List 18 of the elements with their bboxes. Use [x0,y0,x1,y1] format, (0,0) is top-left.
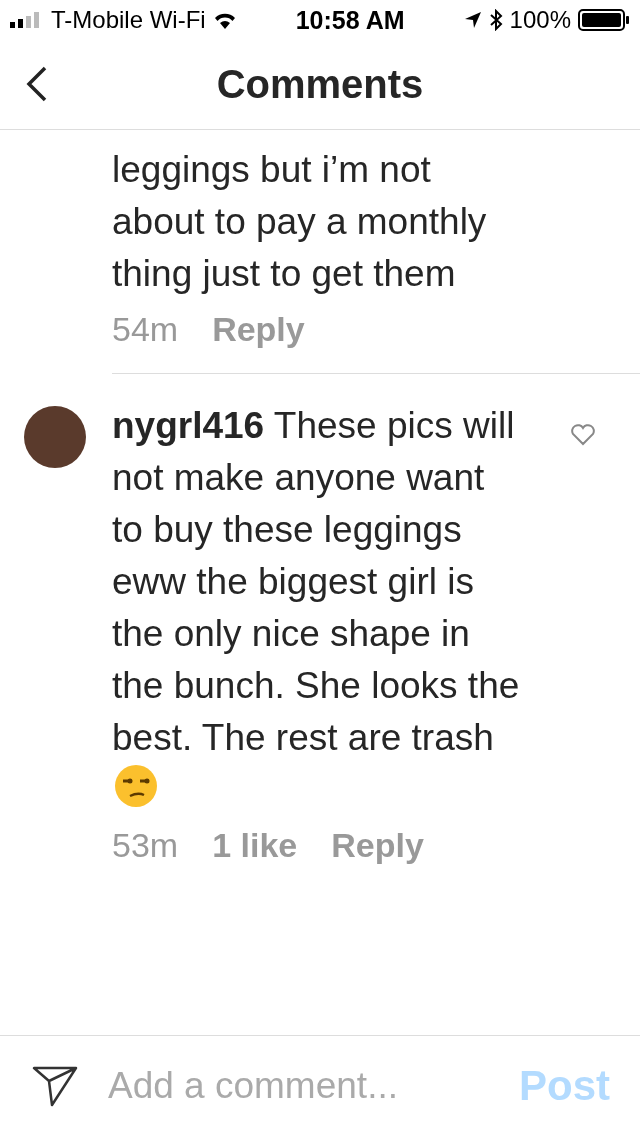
comment-time: 54m [112,310,179,349]
bluetooth-icon [488,9,503,31]
reply-button[interactable]: Reply [331,826,424,865]
battery-percent: 100% [509,6,571,34]
send-icon[interactable] [32,1065,78,1107]
wifi-icon [212,11,237,29]
heart-icon[interactable] [570,424,596,446]
battery-icon [578,9,630,31]
likes-link[interactable]: 1 like [212,826,298,865]
screen-title: Comments [216,62,424,107]
clock-time: 10:58 AM [295,5,405,35]
reply-button[interactable]: Reply [212,310,305,349]
comment-text: nygrl416 These pics will not make anyone want to buy these leggings eww the biggest girl is the only nice shape in the bunch. She looks the best. The rest are trash [112,400,522,816]
comment-time: 53m [112,826,179,865]
comment-text: leggings but i’m not about to pay a monthly thing just to get them [112,148,488,296]
post-button[interactable]: Post [519,1062,610,1110]
location-arrow-icon [463,11,482,29]
carrier-name: T-Mobile Wi-Fi [51,6,206,34]
